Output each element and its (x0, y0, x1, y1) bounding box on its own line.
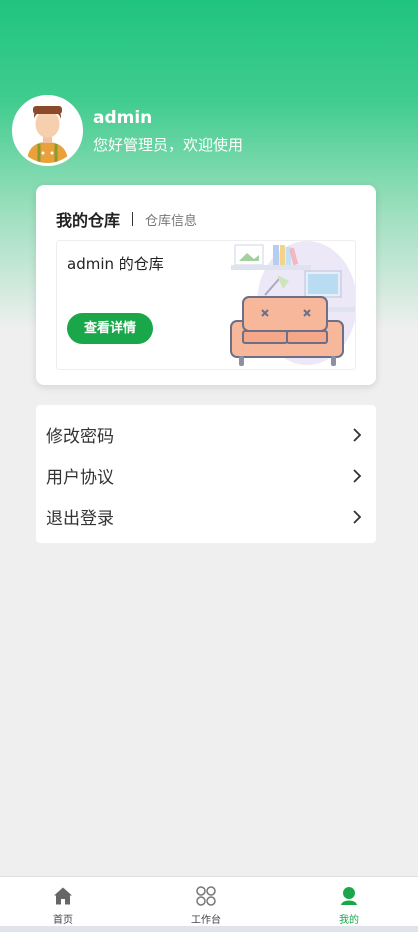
tab-label: 工作台 (191, 915, 221, 926)
tab-workbench[interactable]: 工作台 (161, 877, 251, 927)
menu-item-label: 修改密码 (46, 427, 114, 447)
menu-item-user-agreement[interactable]: 用户协议 (36, 455, 376, 496)
home-icon (54, 887, 72, 905)
warehouse-card: 我的仓库 仓库信息 admin 的仓库 查看详情 (36, 185, 376, 385)
settings-menu: 修改密码 用户协议 退出登录 (36, 405, 376, 543)
tab-home[interactable]: 首页 (18, 877, 108, 927)
tab-mine[interactable]: 我的 (304, 877, 394, 927)
card-title: 我的仓库 (56, 211, 121, 230)
view-details-button[interactable]: 查看详情 (67, 313, 153, 344)
tab-label: 我的 (339, 915, 359, 926)
warehouse-name: admin 的仓库 (67, 255, 164, 273)
menu-item-logout[interactable]: 退出登录 (36, 496, 376, 537)
sofa-illustration-icon (230, 241, 355, 366)
title-divider (132, 212, 134, 226)
bottom-safe-area (0, 926, 418, 932)
greeting-text: 您好管理员，欢迎使用 (93, 135, 244, 154)
warehouse-item[interactable]: admin 的仓库 查看详情 (56, 240, 356, 370)
user-profile: admin 您好管理员，欢迎使用 (12, 95, 243, 166)
menu-item-label: 用户协议 (46, 468, 114, 488)
chevron-right-icon (353, 509, 362, 524)
username: admin (93, 107, 153, 128)
tab-label: 首页 (53, 915, 73, 926)
chevron-right-icon (353, 427, 362, 442)
menu-item-label: 退出登录 (46, 509, 114, 529)
user-icon (341, 887, 357, 905)
menu-item-change-password[interactable]: 修改密码 (36, 414, 376, 455)
workbench-icon (196, 886, 216, 906)
bottom-tab-bar: 首页 工作台 我的 (0, 876, 418, 926)
chevron-right-icon (353, 468, 362, 483)
card-subtitle: 仓库信息 (145, 213, 198, 229)
avatar-illustration-icon (15, 98, 80, 163)
avatar[interactable] (12, 95, 83, 166)
